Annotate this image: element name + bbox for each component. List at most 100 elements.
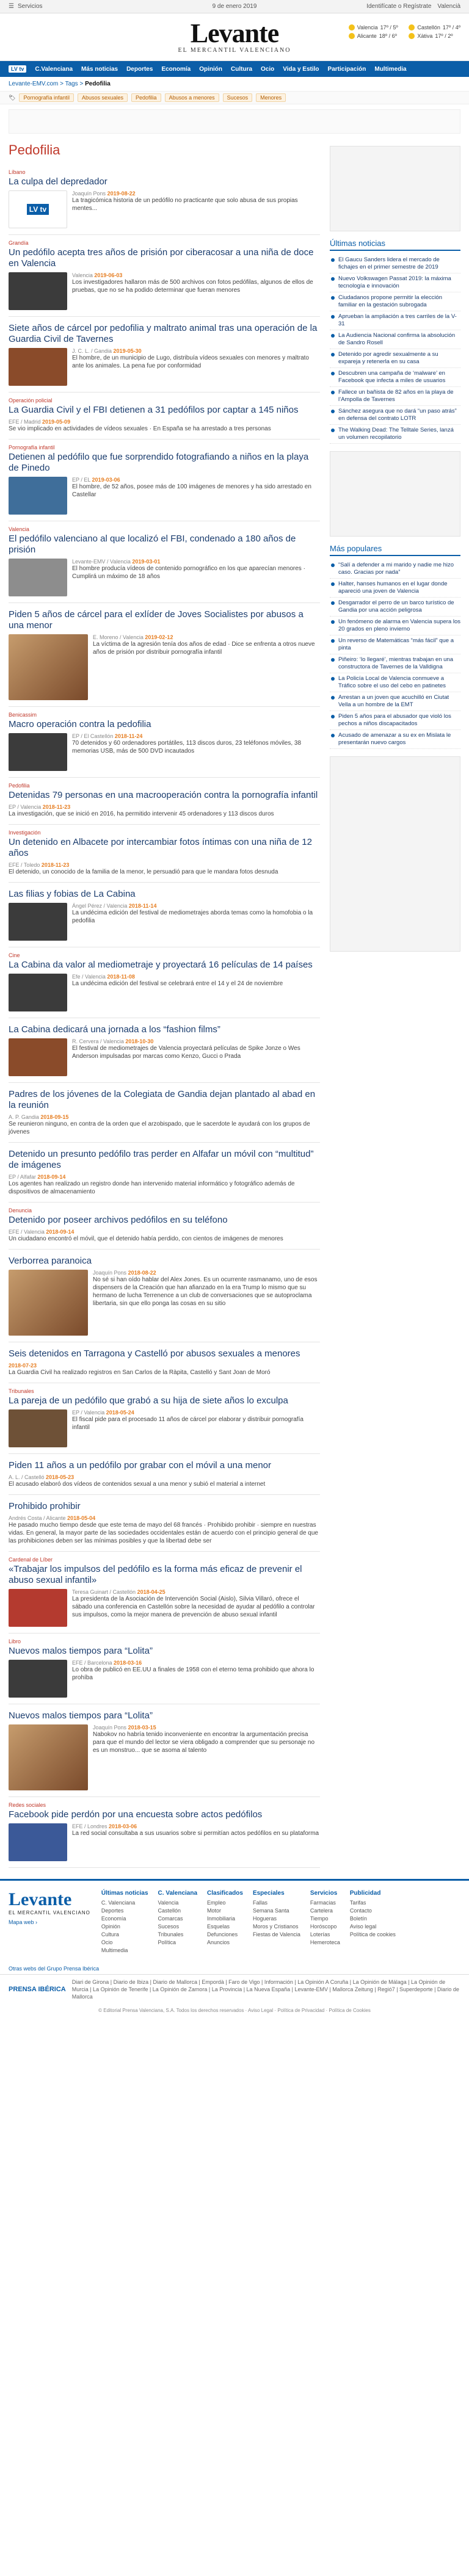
- article-thumbnail[interactable]: [9, 1270, 88, 1336]
- weather-widget[interactable]: Valencia 17º / 5º Castellón 17º / 4º Ali…: [348, 24, 460, 39]
- article-thumbnail[interactable]: [9, 733, 67, 771]
- article-title[interactable]: El pedófilo valenciano al que localizó e…: [9, 534, 320, 555]
- article-title[interactable]: Un detenido en Albacete por intercambiar…: [9, 837, 320, 859]
- footer-column-title[interactable]: C. Valenciana: [158, 1889, 197, 1897]
- footer-column-title[interactable]: Últimas noticias: [101, 1889, 148, 1897]
- footer-link[interactable]: Cartelera: [310, 1907, 340, 1915]
- article-item[interactable]: La Cabina dedicará una jornada a los “fa…: [9, 1018, 320, 1083]
- article-title[interactable]: «Trabajar los impulsos del pedófilo es l…: [9, 1564, 320, 1586]
- nav-item[interactable]: Ocio: [261, 66, 274, 73]
- footer-link[interactable]: Fallas: [253, 1899, 300, 1907]
- footer-link[interactable]: Empleo: [207, 1899, 243, 1907]
- article-item[interactable]: Piden 5 años de cárcel para el exlíder d…: [9, 603, 320, 707]
- tag-link[interactable]: Pedofilia: [131, 93, 161, 102]
- nav-item[interactable]: Participación: [328, 66, 366, 73]
- nav-item[interactable]: C.Valenciana: [35, 66, 73, 73]
- footer-link[interactable]: Política: [158, 1939, 197, 1947]
- sidebar-news-item[interactable]: Detenido por agredir sexualmente a su ex…: [330, 349, 460, 368]
- article-category[interactable]: Redes sociales: [9, 1802, 320, 1808]
- article-category[interactable]: Benicassim: [9, 712, 320, 718]
- article-category[interactable]: Pedofilia: [9, 783, 320, 789]
- sidebar-news-item[interactable]: “Salí a defender a mi marido y nadie me …: [330, 560, 460, 579]
- sidebar-news-item[interactable]: Ciudadanos propone permitir la elección …: [330, 292, 460, 311]
- sidebar-news-item[interactable]: El Gaucu Sanders lidera el mercado de fi…: [330, 255, 460, 273]
- article-category[interactable]: Libro: [9, 1638, 320, 1644]
- article-thumbnail[interactable]: [9, 1589, 67, 1627]
- article-category[interactable]: Valencia: [9, 526, 320, 532]
- article-item[interactable]: Valencia El pedófilo valenciano al que lo…: [9, 521, 320, 603]
- footer-link[interactable]: Anuncios: [207, 1939, 243, 1947]
- article-item[interactable]: Nuevos malos tiempos para “Lolita” Joaquí…: [9, 1704, 320, 1797]
- article-item[interactable]: Denuncia Detenido por poseer archivos ped…: [9, 1203, 320, 1250]
- sidebar-ad[interactable]: [330, 451, 460, 537]
- article-title[interactable]: La pareja de un pedófilo que grabó a su …: [9, 1395, 320, 1406]
- article-title[interactable]: Detenido por poseer archivos pedófilos e…: [9, 1215, 320, 1226]
- article-title[interactable]: Macro operación contra la pedofilia: [9, 719, 320, 730]
- site-logo[interactable]: Levante EL MERCANTIL VALENCIANO: [178, 20, 291, 54]
- sitemap-link[interactable]: Mapa web ›: [9, 1919, 90, 1925]
- article-item[interactable]: Detenido un presunto pedófilo tras perde…: [9, 1143, 320, 1203]
- article-category[interactable]: Cine: [9, 952, 320, 958]
- footer-link[interactable]: Hogueras: [253, 1915, 300, 1923]
- sidebar-news-item[interactable]: Fallece un bañista de 82 años en la play…: [330, 387, 460, 406]
- footer-link[interactable]: Deportes: [101, 1907, 148, 1915]
- article-title[interactable]: La Guardia Civil y el FBI detienen a 31 …: [9, 405, 320, 416]
- footer-column-title[interactable]: Publicidad: [350, 1889, 396, 1897]
- footer-link[interactable]: Castellón: [158, 1907, 197, 1915]
- footer-link[interactable]: Farmacias: [310, 1899, 340, 1907]
- article-item[interactable]: Siete años de cárcel por pedofilia y mal…: [9, 317, 320, 393]
- article-thumbnail[interactable]: [9, 1823, 67, 1861]
- article-category[interactable]: Denuncia: [9, 1207, 320, 1214]
- article-thumbnail[interactable]: [9, 559, 67, 596]
- article-item[interactable]: Pornografía infantil Detienen al pedófilo…: [9, 440, 320, 521]
- footer-link[interactable]: Comarcas: [158, 1915, 197, 1923]
- sidebar-news-item[interactable]: The Walking Dead: The Telltale Series, l…: [330, 425, 460, 444]
- footer-link[interactable]: Multimedia: [101, 1947, 148, 1955]
- sidebar-news-item[interactable]: Sánchez asegura que no dará “un paso atr…: [330, 406, 460, 425]
- nav-item[interactable]: Multimedia: [374, 66, 406, 73]
- article-thumbnail[interactable]: [9, 348, 67, 386]
- article-thumbnail[interactable]: [9, 272, 67, 310]
- article-thumbnail[interactable]: [9, 1409, 67, 1447]
- sidebar-ad[interactable]: [330, 756, 460, 952]
- footer-link[interactable]: C. Valenciana: [101, 1899, 148, 1907]
- article-title[interactable]: Piden 5 años de cárcel para el exlíder d…: [9, 609, 320, 631]
- article-title[interactable]: Nuevos malos tiempos para “Lolita”: [9, 1710, 320, 1721]
- article-item[interactable]: Pedofilia Detenidas 79 personas en una ma…: [9, 778, 320, 825]
- nav-item[interactable]: Opinión: [199, 66, 222, 73]
- article-thumbnail[interactable]: [9, 1660, 67, 1698]
- tv-link[interactable]: LV tv: [9, 65, 27, 73]
- footer-link[interactable]: Hemeroteca: [310, 1939, 340, 1947]
- footer-link[interactable]: Economía: [101, 1915, 148, 1923]
- article-item[interactable]: Padres de los jóvenes de la Colegiata de…: [9, 1083, 320, 1143]
- article-title[interactable]: Detenido un presunto pedófilo tras perde…: [9, 1149, 320, 1171]
- footer-link[interactable]: Semana Santa: [253, 1907, 300, 1915]
- article-thumbnail[interactable]: LV tv: [9, 190, 67, 228]
- article-thumbnail[interactable]: [9, 1038, 67, 1076]
- footer-column-title[interactable]: Especiales: [253, 1889, 300, 1897]
- tag-link[interactable]: Pornografía infantil: [19, 93, 74, 102]
- article-thumbnail[interactable]: [9, 477, 67, 515]
- article-title[interactable]: La culpa del depredador: [9, 176, 320, 187]
- nav-item[interactable]: Vida y Estilo: [283, 66, 319, 73]
- footer-link[interactable]: Boletín: [350, 1915, 396, 1923]
- nav-item[interactable]: Cultura: [231, 66, 252, 73]
- footer-link[interactable]: Esquelas: [207, 1923, 243, 1931]
- sidebar-news-item[interactable]: Un fenómeno de alarma en Valencia supera…: [330, 617, 460, 635]
- sidebar-news-item[interactable]: Un reverso de Matemáticas “más fácil” qu…: [330, 635, 460, 654]
- footer-link[interactable]: Cultura: [101, 1931, 148, 1939]
- article-title[interactable]: Un pedófilo acepta tres años de prisión …: [9, 247, 320, 269]
- article-title[interactable]: Nuevos malos tiempos para “Lolita”: [9, 1646, 320, 1657]
- sidebar-ad[interactable]: [330, 146, 460, 231]
- tag-link[interactable]: Sucesos: [222, 93, 253, 102]
- article-thumbnail[interactable]: [9, 634, 88, 700]
- article-item[interactable]: Tribunales La pareja de un pedófilo que g…: [9, 1383, 320, 1454]
- article-title[interactable]: Padres de los jóvenes de la Colegiata de…: [9, 1089, 320, 1111]
- footer-logo[interactable]: Levante EL MERCANTIL VALENCIANO Mapa web…: [9, 1889, 90, 1955]
- tag-link[interactable]: Menores: [256, 93, 286, 102]
- article-item[interactable]: Investigación Un detenido en Albacete por…: [9, 825, 320, 883]
- article-title[interactable]: La Cabina da valor al mediometraje y pro…: [9, 960, 320, 971]
- nav-item[interactable]: Deportes: [126, 66, 153, 73]
- prensa-iberica-logo[interactable]: PRENSA IBÉRICA: [9, 1986, 66, 1993]
- article-title[interactable]: Detenidas 79 personas en una macrooperac…: [9, 790, 320, 801]
